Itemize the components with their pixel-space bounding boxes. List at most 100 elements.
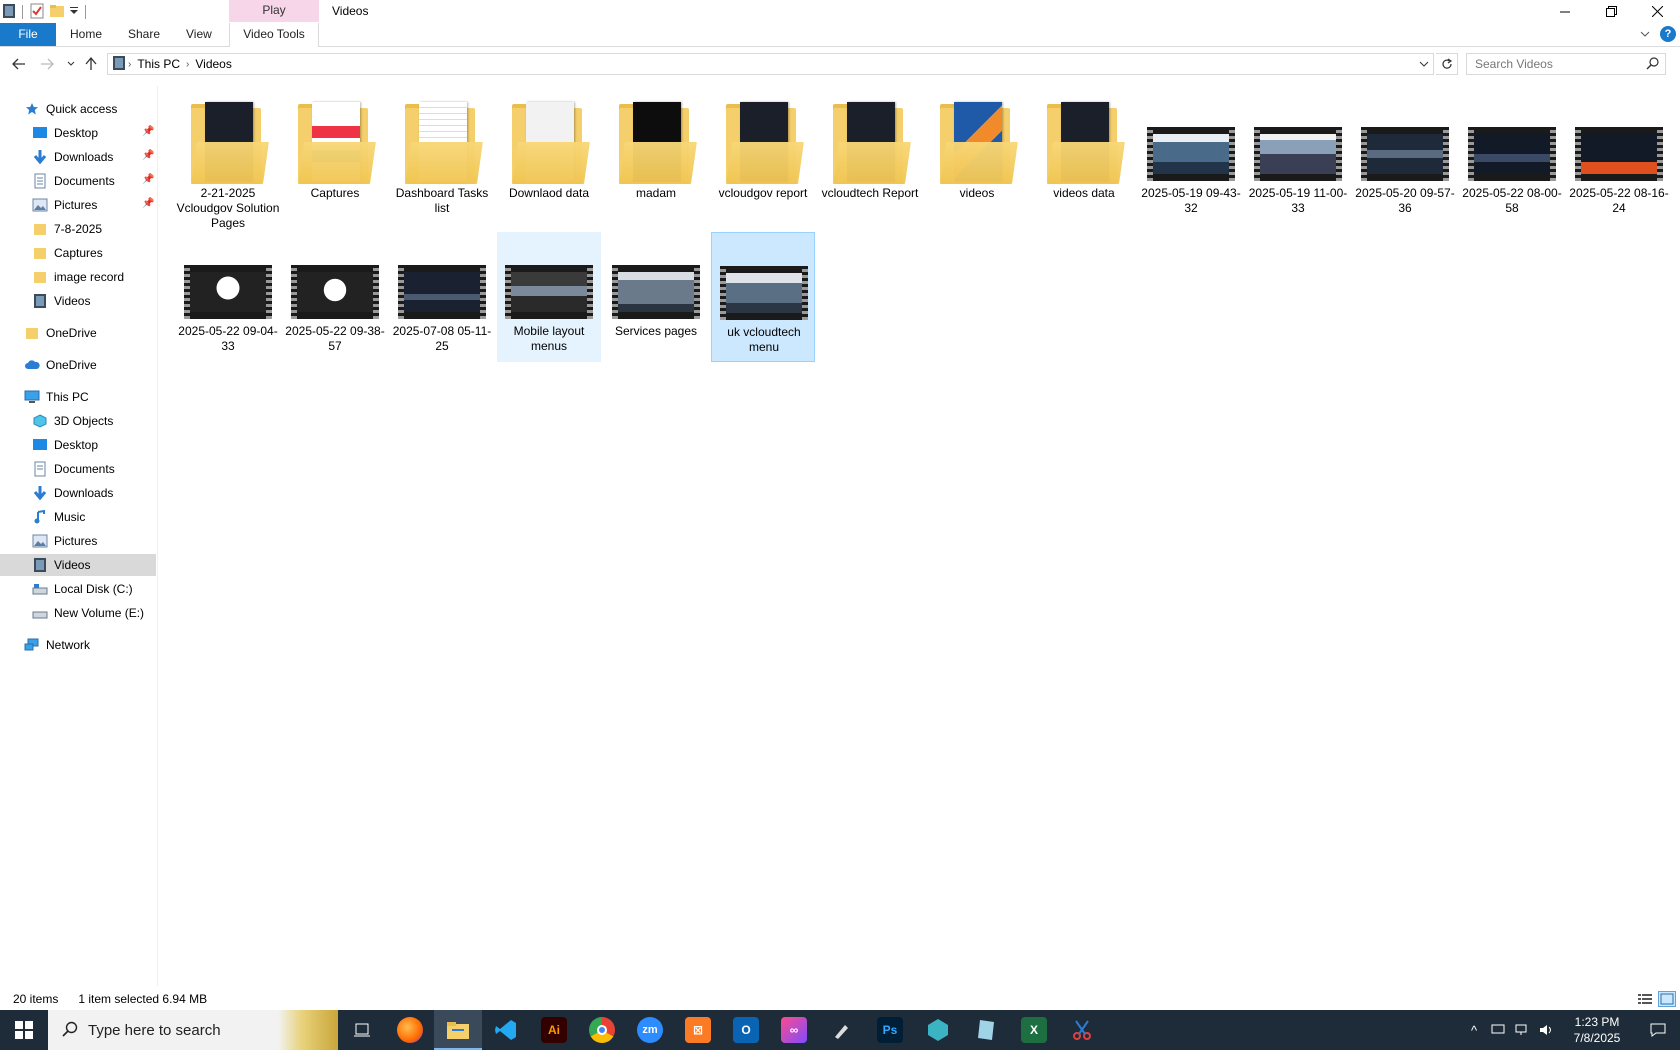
- large-icons-view-icon[interactable]: [1658, 991, 1676, 1007]
- details-view-icon[interactable]: [1636, 991, 1654, 1007]
- taskbar-firefox[interactable]: [386, 1010, 434, 1050]
- video-item[interactable]: uk vcloudtech menu: [711, 232, 815, 362]
- refresh-button[interactable]: [1436, 53, 1458, 75]
- video-item[interactable]: 2025-05-22 09-04-33: [176, 232, 280, 362]
- search-input[interactable]: [1467, 54, 1637, 74]
- folder-item[interactable]: videos: [925, 94, 1029, 224]
- folder-item[interactable]: videos data: [1032, 94, 1136, 224]
- nav-qa-downloads[interactable]: Downloads: [32, 146, 113, 168]
- clock[interactable]: 1:23 PM 7/8/2025: [1558, 1014, 1636, 1046]
- pin-icon[interactable]: 📌: [142, 174, 154, 185]
- nav-local-disk-c[interactable]: Local Disk (C:): [32, 578, 133, 600]
- task-view-button[interactable]: [338, 1010, 386, 1050]
- nav-downloads[interactable]: Downloads: [32, 482, 113, 504]
- video-item[interactable]: 2025-05-19 11-00-33: [1246, 94, 1350, 224]
- video-item[interactable]: 2025-07-08 05-11-25: [390, 232, 494, 362]
- video-item[interactable]: 2025-05-20 09-57-36: [1353, 94, 1457, 224]
- breadcrumb-separator[interactable]: ›: [184, 59, 191, 70]
- nav-quick-access[interactable]: Quick access: [24, 98, 117, 120]
- search-box[interactable]: [1466, 53, 1666, 75]
- taskbar-pen-tool[interactable]: [818, 1010, 866, 1050]
- video-item[interactable]: Services pages: [604, 232, 708, 362]
- close-button[interactable]: [1634, 0, 1680, 23]
- breadcrumb-this-pc[interactable]: This PC: [133, 57, 184, 71]
- taskbar-zoom[interactable]: zm: [626, 1010, 674, 1050]
- video-item[interactable]: 2025-05-22 08-00-58: [1460, 94, 1564, 224]
- forward-button[interactable]: [38, 55, 56, 73]
- folder-item[interactable]: vcloudgov report: [711, 94, 815, 224]
- nav-videos[interactable]: Videos: [0, 554, 156, 576]
- device-icon[interactable]: [1486, 1010, 1510, 1050]
- taskbar-illustrator[interactable]: Ai: [530, 1010, 578, 1050]
- tab-file[interactable]: File: [0, 23, 56, 46]
- taskbar-snip-tool[interactable]: [1058, 1010, 1106, 1050]
- nav-3d-objects[interactable]: 3D Objects: [32, 410, 113, 432]
- taskbar-creative-cloud[interactable]: ∞: [770, 1010, 818, 1050]
- nav-new-volume-e[interactable]: New Volume (E:): [32, 602, 144, 624]
- nav-qa-documents[interactable]: Documents: [32, 170, 115, 192]
- address-dropdown-icon[interactable]: [1419, 57, 1429, 71]
- folder-item[interactable]: Captures: [283, 94, 387, 224]
- up-button[interactable]: [82, 55, 100, 73]
- nav-qa-captures[interactable]: Captures: [32, 242, 103, 264]
- folder-item[interactable]: 2-21-2025 Vcloudgov Solution Pages: [176, 94, 280, 230]
- video-folder-icon[interactable]: [2, 3, 16, 22]
- show-hidden-icons-chevron-icon[interactable]: ^: [1462, 1010, 1486, 1050]
- taskbar-photoshop[interactable]: Ps: [866, 1010, 914, 1050]
- search-icon[interactable]: [1646, 57, 1659, 73]
- restore-button[interactable]: [1588, 0, 1634, 23]
- breadcrumb-separator[interactable]: ›: [126, 59, 133, 70]
- properties-icon[interactable]: [29, 3, 45, 22]
- taskbar-outlook[interactable]: O: [722, 1010, 770, 1050]
- notifications-icon[interactable]: [1636, 1010, 1680, 1050]
- taskbar-app-paper[interactable]: [962, 1010, 1010, 1050]
- expand-ribbon-icon[interactable]: [1640, 27, 1650, 41]
- tab-video-tools[interactable]: Video Tools: [229, 23, 319, 47]
- pin-icon[interactable]: 📌: [142, 150, 154, 161]
- back-button[interactable]: [10, 55, 28, 73]
- video-item[interactable]: Mobile layout menus: [497, 232, 601, 362]
- nav-qa-image-record[interactable]: image record: [32, 266, 124, 288]
- tab-share[interactable]: Share: [118, 23, 170, 46]
- nav-onedrive-folder[interactable]: OneDrive: [24, 322, 97, 344]
- video-item[interactable]: 2025-05-19 09-43-32: [1139, 94, 1243, 224]
- nav-onedrive[interactable]: OneDrive: [24, 354, 97, 376]
- recent-locations-button[interactable]: [62, 55, 80, 73]
- nav-qa-pictures[interactable]: Pictures: [32, 194, 97, 216]
- nav-qa-videos[interactable]: Videos: [32, 290, 90, 312]
- taskbar-chrome[interactable]: [578, 1010, 626, 1050]
- video-item[interactable]: 2025-05-22 08-16-24: [1567, 94, 1671, 224]
- minimize-button[interactable]: [1542, 0, 1588, 23]
- nav-documents[interactable]: Documents: [32, 458, 115, 480]
- help-icon[interactable]: ?: [1660, 26, 1676, 42]
- pin-icon[interactable]: 📌: [142, 198, 154, 209]
- folder-item[interactable]: Downlaod data: [497, 94, 601, 224]
- nav-desktop[interactable]: Desktop: [32, 434, 98, 456]
- customize-qat-icon[interactable]: [69, 5, 79, 20]
- taskbar-app-hex[interactable]: [914, 1010, 962, 1050]
- nav-this-pc[interactable]: This PC: [24, 386, 89, 408]
- video-item[interactable]: 2025-05-22 09-38-57: [283, 232, 387, 362]
- tab-view[interactable]: View: [176, 23, 222, 46]
- nav-qa-7-8-2025[interactable]: 7-8-2025: [32, 218, 102, 240]
- breadcrumb-videos[interactable]: Videos: [191, 57, 235, 71]
- nav-qa-desktop[interactable]: Desktop: [32, 122, 98, 144]
- taskbar-vscode[interactable]: [482, 1010, 530, 1050]
- folder-item[interactable]: madam: [604, 94, 708, 224]
- folder-item[interactable]: Dashboard Tasks list: [390, 94, 494, 224]
- volume-icon[interactable]: [1534, 1010, 1558, 1050]
- taskbar-file-explorer[interactable]: [434, 1010, 482, 1050]
- taskbar-excel[interactable]: X: [1010, 1010, 1058, 1050]
- nav-music[interactable]: Music: [32, 506, 85, 528]
- new-folder-icon[interactable]: [49, 3, 65, 22]
- nav-pictures[interactable]: Pictures: [32, 530, 97, 552]
- tab-home[interactable]: Home: [60, 23, 112, 46]
- folder-item[interactable]: vcloudtech Report: [818, 94, 922, 224]
- nav-network[interactable]: Network: [24, 634, 90, 656]
- network-tray-icon[interactable]: [1510, 1010, 1534, 1050]
- taskbar-search[interactable]: Type here to search: [48, 1010, 338, 1050]
- start-button[interactable]: [0, 1010, 48, 1050]
- address-bar[interactable]: › This PC › Videos: [107, 53, 1434, 75]
- pin-icon[interactable]: 📌: [142, 126, 154, 137]
- taskbar-xampp[interactable]: ⊠: [674, 1010, 722, 1050]
